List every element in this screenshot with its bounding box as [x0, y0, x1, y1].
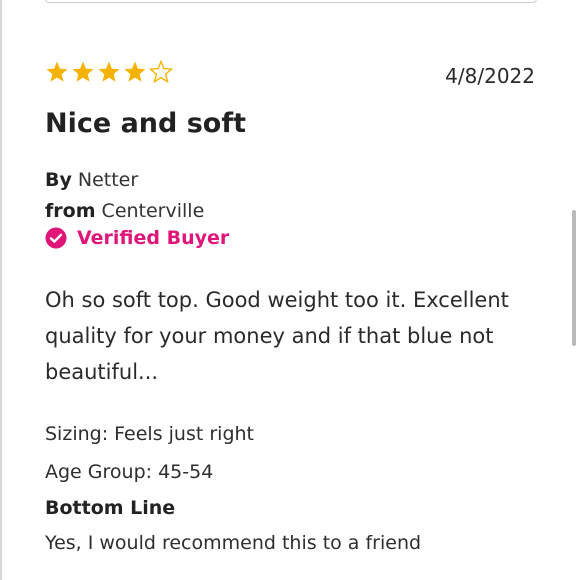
author-row: By Netter — [45, 169, 138, 191]
bottom-line-label: Bottom Line — [45, 497, 176, 519]
review-title: Nice and soft — [45, 108, 247, 139]
sizing-label: Sizing: — [45, 423, 109, 445]
review-date: 4/8/2022 — [445, 64, 535, 88]
age-group-row: Age Group: 45-54 — [45, 461, 213, 483]
review-body: Oh so soft top. Good weight too it. Exce… — [45, 288, 509, 384]
star-filled-icon — [124, 61, 146, 82]
star-filled-icon — [72, 61, 94, 82]
verified-label: Verified Buyer — [77, 227, 230, 249]
from-label: from — [45, 200, 96, 222]
bottom-line-value: Yes, I would recommend this to a friend — [45, 532, 422, 554]
left-border — [0, 0, 2, 580]
review-card: 4/8/2022 Nice and soft By Netter from Cen… — [0, 0, 580, 580]
check-circle-icon — [45, 227, 67, 249]
star-rating — [45, 60, 173, 84]
sizing-row: Sizing: Feels just right — [45, 423, 254, 445]
sizing-value: Feels just right — [114, 423, 254, 445]
location-row: from Centerville — [45, 200, 204, 222]
star-filled-icon — [46, 61, 68, 82]
scrollbar[interactable] — [572, 210, 576, 346]
previous-card-edge — [45, 0, 537, 3]
author-name: Netter — [77, 169, 139, 191]
age-group-value: 45-54 — [158, 461, 214, 483]
verified-buyer-badge: Verified Buyer — [45, 227, 229, 249]
location: Centerville — [101, 200, 205, 222]
by-label: By — [45, 169, 72, 191]
age-group-label: Age Group: — [45, 461, 153, 483]
star-empty-icon — [149, 60, 173, 84]
star-filled-icon — [98, 61, 120, 82]
